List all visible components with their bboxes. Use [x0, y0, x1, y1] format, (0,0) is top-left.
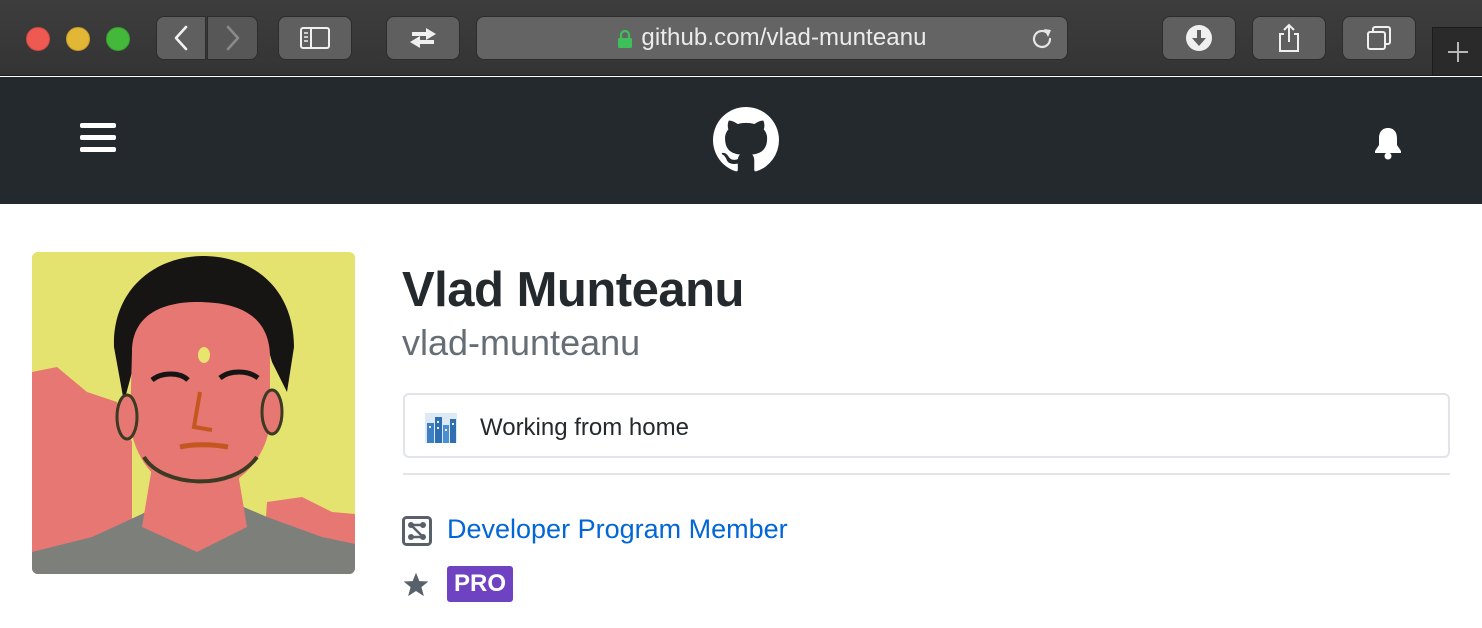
github-octocat-icon[interactable]	[713, 107, 779, 173]
downloads-button[interactable]	[1162, 16, 1236, 60]
bell-icon[interactable]	[1372, 126, 1404, 160]
tab-overview-button[interactable]	[1342, 16, 1416, 60]
reload-icon[interactable]	[1029, 26, 1055, 52]
address-bar-url: github.com/vlad-munteanu	[641, 24, 927, 51]
profile-login: vlad-munteanu	[402, 322, 641, 363]
window-minimize-button[interactable]	[66, 27, 90, 51]
tab-switch-button[interactable]	[386, 16, 460, 60]
share-button[interactable]	[1252, 16, 1326, 60]
window-maximize-button[interactable]	[106, 27, 130, 51]
hamburger-menu-icon[interactable]	[80, 123, 116, 153]
download-icon	[1186, 25, 1212, 51]
divider	[403, 473, 1450, 475]
cityscape-icon	[425, 413, 457, 443]
sidebar-icon	[300, 27, 330, 49]
developer-program-icon	[402, 516, 432, 546]
address-bar[interactable]: github.com/vlad-munteanu	[476, 16, 1068, 60]
pro-badge[interactable]: PRO	[447, 566, 513, 602]
star-icon	[403, 572, 429, 597]
browser-toolbar: github.com/vlad-munteanu	[0, 0, 1482, 76]
back-button[interactable]	[156, 16, 206, 60]
chevron-left-icon	[174, 25, 188, 51]
tab-overview-icon	[1367, 26, 1391, 50]
window-close-button[interactable]	[26, 27, 50, 51]
share-icon	[1279, 23, 1299, 52]
avatar-portrait	[32, 252, 355, 574]
chevron-right-icon	[226, 25, 239, 51]
github-header	[0, 77, 1482, 204]
profile-name: Vlad Munteanu	[402, 263, 744, 317]
lock-icon	[618, 29, 633, 48]
plus-icon	[1447, 41, 1468, 62]
status-box[interactable]: Working from home	[403, 393, 1450, 458]
tab-switch-arrows-icon	[410, 28, 436, 48]
new-tab-button[interactable]	[1432, 27, 1482, 75]
sidebar-toggle-button[interactable]	[278, 16, 352, 60]
avatar[interactable]	[32, 252, 355, 574]
status-text: Working from home	[480, 414, 689, 441]
forward-button[interactable]	[207, 16, 258, 60]
developer-program-link[interactable]: Developer Program Member	[447, 514, 788, 545]
